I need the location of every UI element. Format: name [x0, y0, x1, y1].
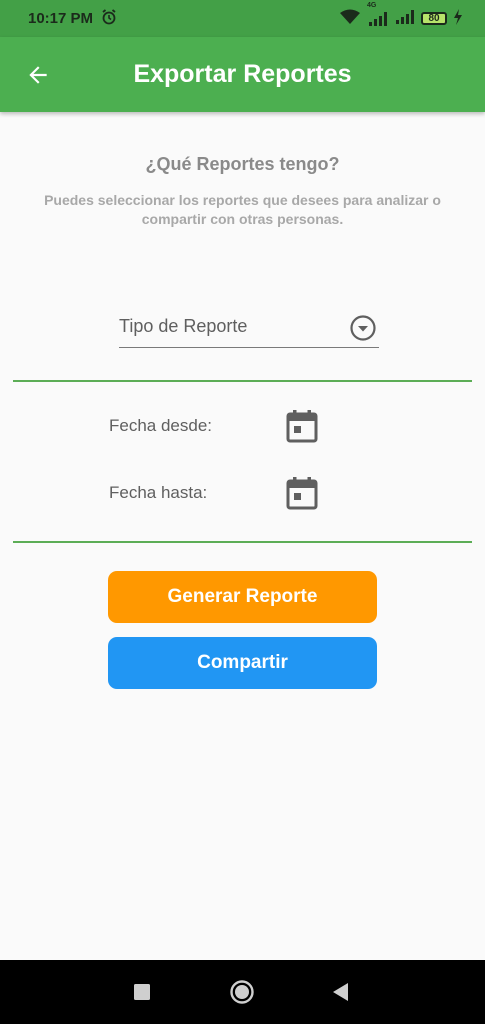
- arrow-back-icon: [29, 66, 47, 84]
- date-from-row: Fecha desde:: [109, 406, 320, 446]
- battery-icon: 80: [421, 12, 447, 25]
- charging-icon: [453, 8, 463, 29]
- wifi-icon: [339, 9, 361, 29]
- report-type-dropdown[interactable]: Tipo de Reporte: [119, 310, 379, 348]
- divider-top: [13, 380, 472, 382]
- report-type-label: Tipo de Reporte: [119, 316, 248, 336]
- status-right: 4G 80: [339, 2, 463, 29]
- date-from-label: Fecha desde:: [109, 416, 213, 435]
- section-heading: ¿Qué Reportes tengo?: [145, 154, 340, 174]
- battery-level: 80: [428, 13, 440, 24]
- home-circle-icon: [230, 980, 254, 1004]
- home-button[interactable]: [226, 976, 258, 1008]
- status-time: 10:17 PM: [28, 10, 94, 27]
- signal-icon-2: [395, 9, 415, 29]
- app-bar: Exportar Reportes: [0, 37, 485, 112]
- date-to-calendar-button[interactable]: [284, 474, 320, 512]
- status-left: 10:17 PM: [28, 8, 117, 29]
- calendar-icon: [286, 410, 318, 443]
- divider-bottom: [13, 541, 472, 543]
- generate-report-button[interactable]: Generar Reporte: [108, 571, 377, 623]
- network-label: 4G: [367, 1, 377, 9]
- network-signal: 4G: [367, 2, 389, 27]
- date-to-row: Fecha hasta:: [109, 473, 320, 513]
- recents-button[interactable]: [126, 976, 158, 1008]
- signal-icon: [369, 11, 387, 26]
- page-title: Exportar Reportes: [133, 60, 352, 88]
- section-description: Puedes seleccionar los reportes que dese…: [44, 192, 441, 227]
- recents-square-icon: [134, 984, 150, 1000]
- back-triangle-icon: [333, 983, 348, 1001]
- calendar-icon: [286, 477, 318, 510]
- alarm-icon: [101, 8, 117, 29]
- back-button[interactable]: [24, 61, 52, 89]
- date-to-label: Fecha hasta:: [109, 483, 208, 502]
- system-back-button[interactable]: [325, 976, 357, 1008]
- status-bar: 10:17 PM 4G 80: [0, 0, 485, 37]
- share-button[interactable]: Compartir: [108, 637, 377, 689]
- date-from-calendar-button[interactable]: [284, 407, 320, 445]
- dropdown-circle-icon: [349, 314, 377, 347]
- system-nav-bar: [0, 960, 485, 1024]
